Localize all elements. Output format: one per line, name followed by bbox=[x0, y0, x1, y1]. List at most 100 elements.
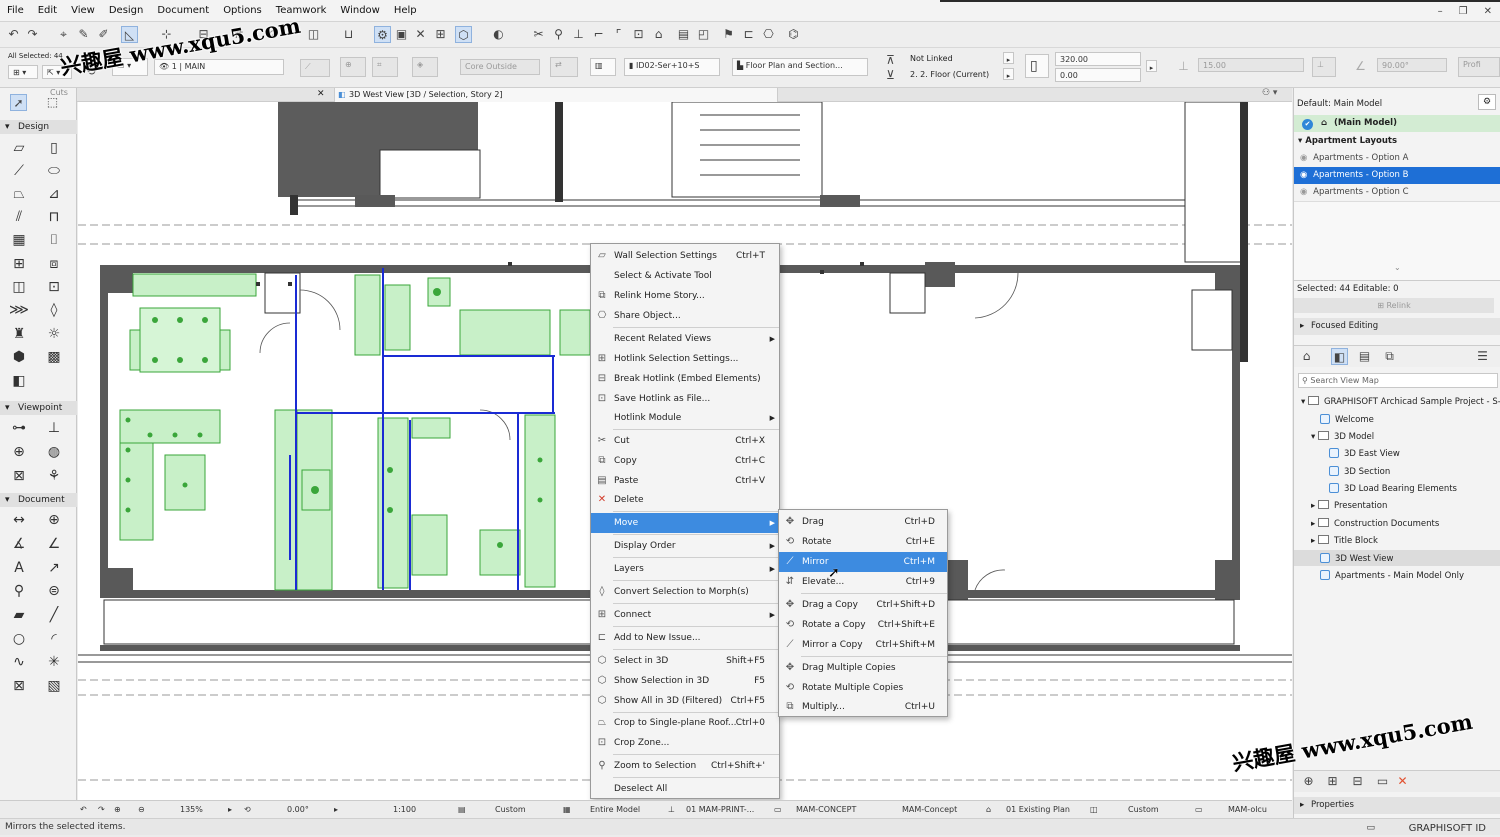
intersect-icon[interactable]: ⌜ bbox=[610, 26, 627, 43]
option-b-row[interactable]: ◉ Apartments - Option B bbox=[1294, 167, 1500, 184]
morph-tool-icon[interactable]: ◊ bbox=[44, 300, 64, 320]
drawing-tool-icon[interactable]: ▧ bbox=[44, 676, 64, 696]
offset-field[interactable]: 0.00 bbox=[1055, 68, 1141, 82]
submenu-item-rotate-a-copy[interactable]: ⟲ Rotate a Copy Ctrl+Shift+E bbox=[779, 615, 947, 635]
shell-tool-icon[interactable]: ⊿ bbox=[44, 184, 64, 204]
delete-view-icon[interactable]: ✕ bbox=[1394, 773, 1411, 790]
view-options-icon[interactable]: ⚇ ▾ bbox=[1262, 88, 1277, 98]
menu-item-move[interactable]: Move ▶ bbox=[591, 513, 779, 533]
3d-view-icon[interactable]: ⬡ bbox=[455, 26, 472, 43]
magic-wand-icon[interactable]: ⚲ bbox=[550, 26, 567, 43]
orientation-angle[interactable]: 0.00° bbox=[287, 805, 309, 814]
core-outside-field[interactable]: Core Outside bbox=[460, 59, 540, 75]
profile-button[interactable]: Profi bbox=[1458, 57, 1500, 77]
menu-design[interactable]: Design bbox=[102, 5, 151, 16]
floor-plan-display[interactable]: ▙ Floor Plan and Section... bbox=[732, 58, 868, 76]
circle-tool-icon[interactable]: ○ bbox=[9, 629, 29, 649]
relink-button[interactable]: ⊞ Relink bbox=[1294, 298, 1494, 313]
grid-element-icon[interactable]: ▩ bbox=[44, 347, 64, 367]
view-option[interactable]: MAM-olcu bbox=[1228, 805, 1267, 814]
zoom-arrow-icon[interactable]: ▸ bbox=[228, 805, 232, 814]
submenu-item-rotate[interactable]: ⟲ Rotate Ctrl+E bbox=[779, 532, 947, 552]
eyedropper-icon[interactable]: ✎ bbox=[75, 26, 92, 43]
tree-apartments-main[interactable]: Apartments - Main Model Only bbox=[1320, 570, 1464, 581]
section-viewpoint[interactable]: Viewpoint bbox=[0, 401, 77, 415]
top-link-arrow[interactable]: ▸ bbox=[1003, 52, 1014, 64]
home-story-arrow[interactable]: ▸ bbox=[1003, 68, 1014, 80]
door-tool-icon[interactable]: ⌷ bbox=[44, 230, 64, 250]
thickness-field[interactable]: 15.00 bbox=[1198, 58, 1304, 72]
submenu-item-drag-multiple-copies[interactable]: ✥ Drag Multiple Copies bbox=[779, 658, 947, 678]
menu-document[interactable]: Document bbox=[150, 5, 216, 16]
graphic-override[interactable]: MAM-Concept bbox=[902, 805, 957, 814]
line-tool-icon[interactable]: ╱ bbox=[44, 605, 64, 625]
menu-item-share-object[interactable]: ⎔ Share Object... bbox=[591, 306, 779, 326]
focused-editing-header[interactable]: ▸ Focused Editing bbox=[1294, 318, 1500, 335]
column-tool-icon[interactable]: ▯ bbox=[44, 138, 64, 158]
tree-welcome[interactable]: Welcome bbox=[1320, 414, 1374, 425]
menu-item-convert-to-morph[interactable]: ◊ Convert Selection to Morph(s) bbox=[591, 582, 779, 602]
menu-item-hotlink-selection-settings[interactable]: ⊞ Hotlink Selection Settings... bbox=[591, 349, 779, 369]
issue-icon[interactable]: ⊏ bbox=[740, 26, 757, 43]
tree-3d-west-view[interactable]: 3D West View bbox=[1320, 553, 1393, 564]
detail-tool-icon[interactable]: ⊠ bbox=[9, 466, 29, 486]
option-c-row[interactable]: ◉ Apartments - Option C bbox=[1294, 184, 1500, 201]
close-icon[interactable]: ✕ bbox=[1484, 6, 1492, 17]
panel-tool-icon[interactable]: ◧ bbox=[9, 371, 29, 391]
wall-tool-icon[interactable]: ▱ bbox=[9, 138, 29, 158]
menu-options[interactable]: Options bbox=[216, 5, 269, 16]
menu-item-crop-zone[interactable]: ⊡ Crop Zone... bbox=[591, 733, 779, 753]
redo-icon[interactable]: ↷ bbox=[24, 26, 41, 43]
cube-tool-icon[interactable]: ⬢ bbox=[9, 347, 29, 367]
hotspot-tool-icon[interactable]: ✳ bbox=[44, 652, 64, 672]
menu-item-connect[interactable]: ⊞ Connect ▶ bbox=[591, 605, 779, 625]
menu-item-show-all-in-3d[interactable]: ⬡ Show All in 3D (Filtered) Ctrl+F5 bbox=[591, 691, 779, 711]
top-link-label[interactable]: Not Linked bbox=[910, 54, 953, 63]
curtain-wall-icon[interactable]: ▦ bbox=[9, 230, 29, 250]
trace-icon[interactable]: ◫ bbox=[305, 26, 322, 43]
menu-item-break-hotlink[interactable]: ⊟ Break Hotlink (Embed Elements) bbox=[591, 369, 779, 389]
tree-title-block[interactable]: ▸ Title Block bbox=[1311, 535, 1378, 546]
level-dimension-icon[interactable]: ⊕ bbox=[44, 510, 64, 530]
tree-3d-section[interactable]: 3D Section bbox=[1329, 466, 1390, 477]
composite-selector[interactable]: ▮ ID02-Ser+10+S bbox=[624, 58, 720, 76]
submenu-item-drag-a-copy[interactable]: ✥ Drag a Copy Ctrl+Shift+D bbox=[779, 595, 947, 615]
home-story-label[interactable]: 2. 2. Floor (Current) bbox=[910, 70, 989, 79]
menu-help[interactable]: Help bbox=[387, 5, 424, 16]
mesh-tool-icon[interactable]: ⋙ bbox=[9, 300, 29, 320]
zoom-in-icon[interactable]: ⊕ bbox=[114, 805, 121, 814]
layer-combo[interactable]: Custom bbox=[495, 805, 526, 814]
pin-tool-icon[interactable]: ⚲ bbox=[9, 581, 29, 601]
design-options-icon[interactable]: ⚙ bbox=[1478, 94, 1496, 110]
roof-tool-icon[interactable]: ⏢ bbox=[9, 184, 29, 204]
menu-item-display-order[interactable]: Display Order ▶ bbox=[591, 536, 779, 556]
markup-flag-icon[interactable]: ⚑ bbox=[720, 26, 737, 43]
properties-header[interactable]: ▸ Properties bbox=[1294, 797, 1500, 814]
angle-arrow-icon[interactable]: ▸ bbox=[334, 805, 338, 814]
menu-item-cut[interactable]: ✂ Cut Ctrl+X bbox=[591, 431, 779, 451]
spline-tool-icon[interactable]: ∿ bbox=[9, 652, 29, 672]
worksheet-tool-icon[interactable]: ◍ bbox=[44, 442, 64, 462]
submenu-item-multiply[interactable]: ⧉ Multiply... Ctrl+U bbox=[779, 697, 947, 717]
menu-item-delete[interactable]: ✕ Delete bbox=[591, 490, 779, 510]
apartment-layouts-header[interactable]: ▾ Apartment Layouts bbox=[1294, 133, 1500, 150]
tab-3d-west-view[interactable]: ◧ 3D West View [3D / Selection, Story 2] bbox=[334, 88, 778, 102]
navigator-icon[interactable]: ◐ bbox=[490, 26, 507, 43]
menu-window[interactable]: Window bbox=[333, 5, 386, 16]
pen-sets-icon[interactable]: ⊞ bbox=[432, 26, 449, 43]
view-map-search[interactable]: ⚲ Search View Map bbox=[1298, 373, 1498, 388]
menu-view[interactable]: View bbox=[64, 5, 102, 16]
undo-view-icon[interactable]: ↶ bbox=[80, 805, 87, 814]
collapse-chevron-icon[interactable]: ⌄ bbox=[1394, 263, 1401, 272]
library-icon[interactable]: ⌬ bbox=[785, 26, 802, 43]
save-view-icon[interactable]: ▭ bbox=[1374, 773, 1391, 790]
ref-line-icon[interactable]: ⟋ bbox=[300, 59, 330, 77]
model-view-option[interactable]: Entire Model bbox=[590, 805, 640, 814]
submenu-item-mirror[interactable]: ⟋ Mirror Ctrl+M bbox=[779, 552, 947, 572]
model-view-icon[interactable]: ✕ bbox=[412, 26, 429, 43]
angle-dimension-icon[interactable]: ∠ bbox=[44, 534, 64, 554]
section-design[interactable]: Design bbox=[0, 120, 77, 134]
wall-ref-icon[interactable]: ◈ bbox=[412, 57, 438, 77]
publisher-sets-icon[interactable]: ⧉ bbox=[1381, 348, 1398, 365]
menu-item-hotlink-module[interactable]: Hotlink Module ▶ bbox=[591, 408, 779, 428]
